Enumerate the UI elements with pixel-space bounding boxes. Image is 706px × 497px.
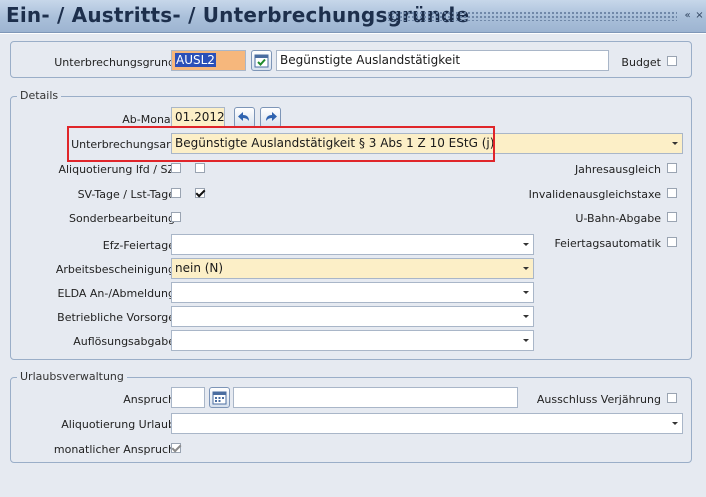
arbeit-value: nein (N): [175, 261, 224, 275]
aliq-urlaub-dropdown[interactable]: [171, 413, 683, 434]
restore-icon[interactable]: «: [682, 10, 693, 21]
vorsorge-dropdown[interactable]: [171, 306, 534, 327]
chevron-down-icon: [672, 142, 678, 145]
aliq-urlaub-label: Aliquotierung Urlaub: [61, 418, 175, 431]
budget-checkbox[interactable]: [667, 56, 677, 66]
grund-label: Unterbrechungsgrund: [54, 56, 175, 69]
ausschluss-label: Ausschluss Verjährung: [536, 393, 661, 406]
vorsorge-label: Betriebliche Vorsorge: [57, 311, 175, 324]
lookup-button[interactable]: [251, 50, 272, 71]
aufl-dropdown[interactable]: [171, 330, 534, 351]
arbeit-label: Arbeitsbescheinigung: [55, 263, 175, 276]
monatlich-label: monatlicher Anspruch: [53, 443, 175, 456]
chevron-down-icon: [523, 291, 529, 294]
aliq-sz-checkbox[interactable]: [195, 163, 205, 173]
abmonat-input[interactable]: 01.2012: [171, 107, 225, 128]
arrow-back-icon: [238, 112, 249, 121]
aliq-label: Aliquotierung lfd / SZ: [58, 163, 175, 176]
titlebar-grip: [387, 11, 677, 21]
window-titlebar: Ein- / Austritts- / Unterbrechungsgründe…: [0, 0, 706, 33]
details-legend: Details: [17, 89, 62, 102]
arbeit-dropdown[interactable]: nein (N): [171, 258, 534, 279]
lsttage-checkbox[interactable]: [195, 188, 205, 198]
jahres-label: Jahresausgleich: [574, 163, 661, 176]
aufl-label: Auflösungsabgabe: [73, 335, 175, 348]
chevron-down-icon: [523, 339, 529, 342]
invalid-label: Invalidenausgleichstaxe: [528, 188, 661, 201]
prev-month-button[interactable]: [234, 107, 255, 128]
aliq-lfd-checkbox[interactable]: [171, 163, 181, 173]
top-section: Unterbrechungsgrund AUSL2 Begünstigte Au…: [10, 41, 692, 78]
grund-code-value: AUSL2: [175, 53, 216, 67]
anspruch-text-input[interactable]: [233, 387, 518, 408]
ubahn-label: U-Bahn-Abgabe: [575, 212, 661, 225]
ausschluss-checkbox[interactable]: [667, 393, 677, 403]
anspruch-input[interactable]: [171, 387, 205, 408]
abmonat-label: Ab-Monat: [122, 113, 175, 126]
ubahn-checkbox[interactable]: [667, 212, 677, 222]
elda-dropdown[interactable]: [171, 282, 534, 303]
calendar-icon: [212, 391, 227, 405]
efz-dropdown[interactable]: [171, 234, 534, 255]
sonder-checkbox[interactable]: [171, 212, 181, 222]
budget-label: Budget: [621, 56, 661, 69]
svtage-label: SV-Tage / Lst-Tage: [77, 188, 175, 201]
close-icon[interactable]: ×: [694, 10, 705, 21]
efz-label: Efz-Feiertage: [102, 239, 175, 252]
feiertag-label: Feiertagsautomatik: [554, 237, 661, 250]
grund-text-input[interactable]: Begünstigte Auslandstätigkeit: [276, 50, 609, 71]
elda-label: ELDA An-/Abmeldung: [57, 287, 175, 300]
chevron-down-icon: [523, 315, 529, 318]
chevron-down-icon: [672, 422, 678, 425]
calendar-button[interactable]: [209, 387, 230, 408]
urlaub-section: Urlaubsverwaltung Anspruch Ausschluss Ve…: [10, 370, 692, 463]
chevron-down-icon: [523, 267, 529, 270]
monatlich-checkbox[interactable]: [171, 443, 181, 453]
form-content: Unterbrechungsgrund AUSL2 Begünstigte Au…: [0, 34, 706, 497]
next-month-button[interactable]: [260, 107, 281, 128]
highlight-box: [67, 126, 495, 162]
grund-code-input[interactable]: AUSL2: [171, 50, 246, 71]
feiertag-checkbox[interactable]: [667, 237, 677, 247]
calendar-check-icon: [254, 54, 269, 68]
anspruch-label: Anspruch: [123, 393, 175, 406]
arrow-forward-icon: [266, 112, 277, 121]
urlaub-legend: Urlaubsverwaltung: [17, 370, 127, 383]
svtage-checkbox[interactable]: [171, 188, 181, 198]
invalid-checkbox[interactable]: [667, 188, 677, 198]
details-section: Details Ab-Monat 01.2012 Unterbrechungsa…: [10, 89, 692, 360]
sonder-label: Sonderbearbeitung: [68, 212, 175, 225]
jahres-checkbox[interactable]: [667, 163, 677, 173]
